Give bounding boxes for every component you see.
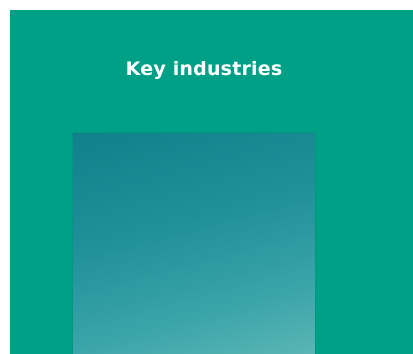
key-industries-section: Key industries bbox=[10, 10, 413, 354]
section-heading: Key industries bbox=[125, 58, 283, 80]
industry-card-image[interactable] bbox=[73, 133, 315, 354]
